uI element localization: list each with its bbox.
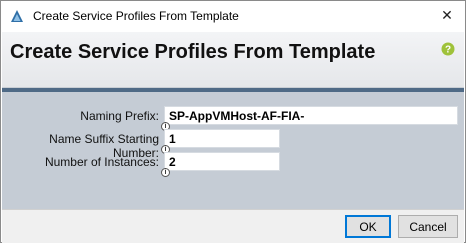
svg-text:?: ? (445, 45, 451, 56)
help-question-icon[interactable]: ? (441, 42, 455, 56)
cancel-button[interactable]: Cancel (398, 215, 458, 238)
page-title: Create Service Profiles From Template (10, 41, 376, 63)
window-title: Create Service Profiles From Template (33, 9, 239, 23)
suffix-start-row: Name Suffix Starting Number: 1 i (2, 129, 464, 160)
instances-field[interactable]: 2 (164, 152, 280, 171)
ok-button[interactable]: OK (345, 215, 391, 238)
form-panel: Naming Prefix: SP-AppVMHost-AF-FIA- i Na… (2, 92, 464, 209)
info-icon[interactable]: i (161, 168, 170, 177)
dialog-footer: OK Cancel (2, 209, 464, 243)
cisco-triangle-icon (10, 9, 24, 23)
suffix-start-field[interactable]: 1 (164, 129, 280, 148)
close-icon: ✕ (441, 6, 453, 23)
naming-prefix-field[interactable]: SP-AppVMHost-AF-FIA- (164, 106, 458, 125)
dialog-header: Create Service Profiles From Template ? (2, 32, 464, 88)
naming-prefix-label: Naming Prefix: (80, 109, 159, 123)
close-button[interactable]: ✕ (433, 3, 461, 27)
instances-row: Number of Instances: 2 i (2, 152, 464, 177)
title-bar: Create Service Profiles From Template ✕ (1, 1, 465, 31)
dialog-window: Create Service Profiles From Template ✕ … (0, 0, 466, 243)
naming-prefix-row: Naming Prefix: SP-AppVMHost-AF-FIA- i (2, 106, 464, 131)
instances-label: Number of Instances: (44, 155, 159, 169)
